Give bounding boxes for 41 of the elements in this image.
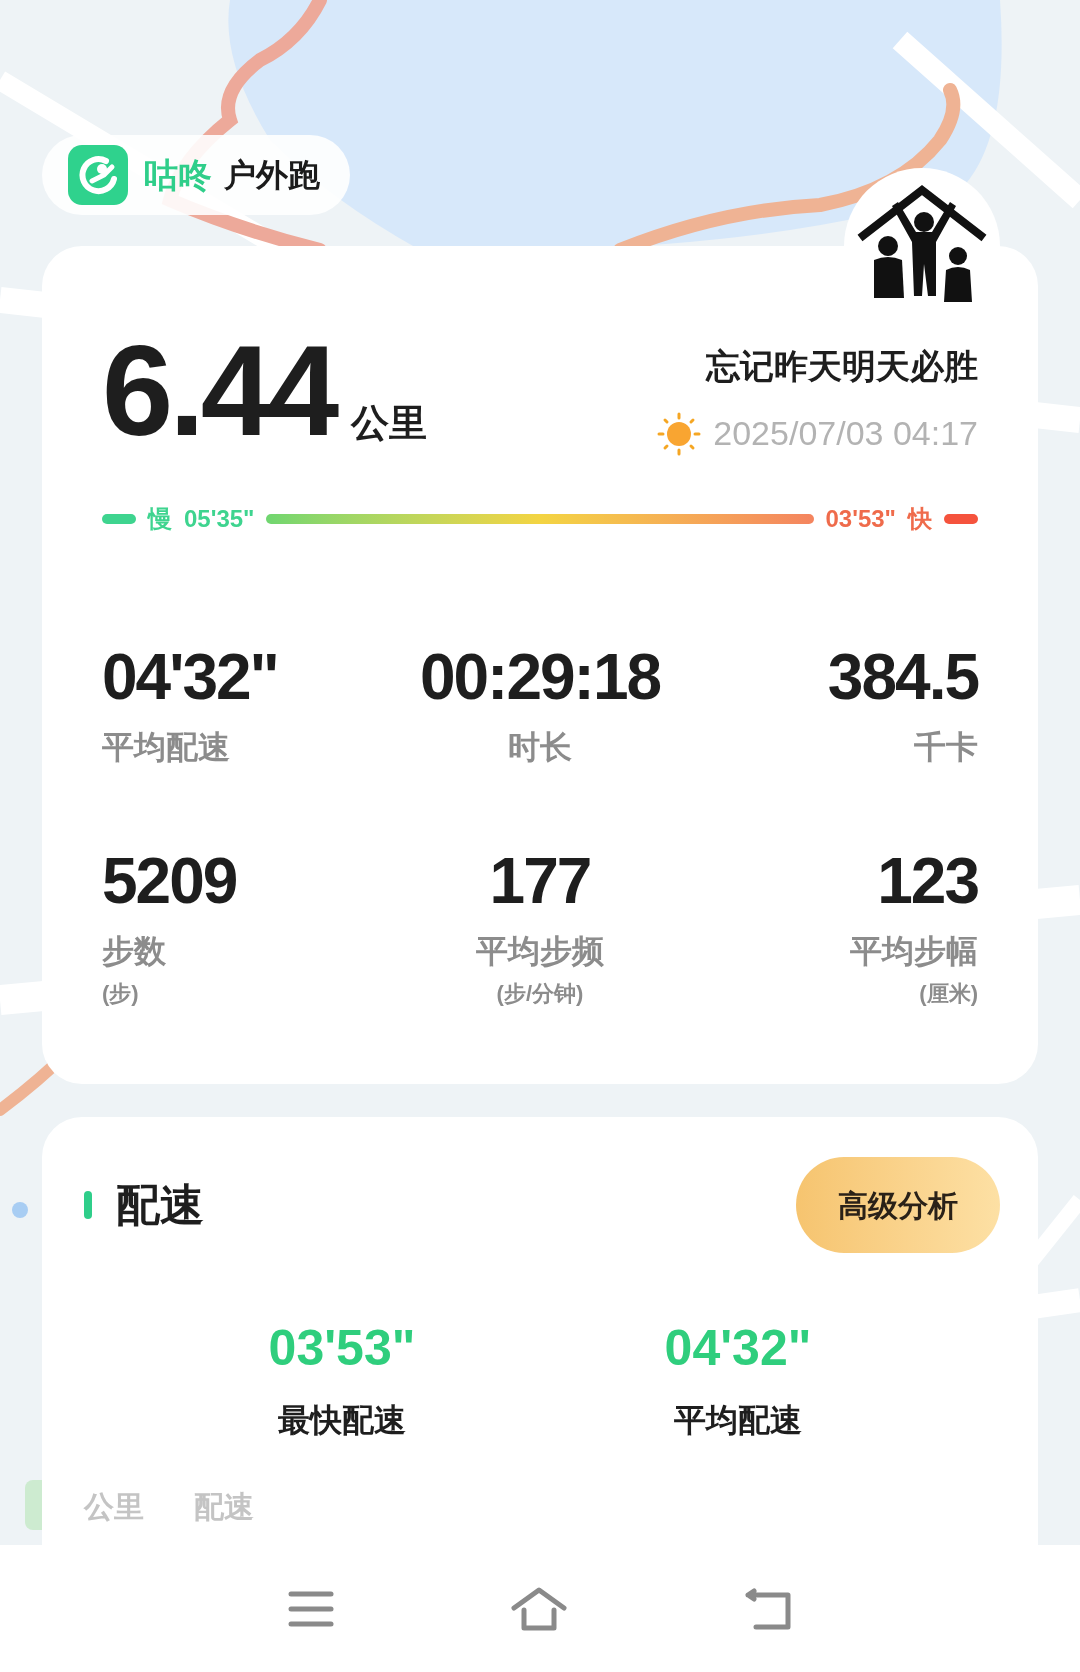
stat-label: 千卡 bbox=[914, 728, 978, 767]
stat-unit: (厘米) bbox=[919, 980, 978, 1008]
fast-label: 快 bbox=[908, 504, 932, 534]
slow-label: 慢 bbox=[148, 504, 172, 534]
stat-label: 时长 bbox=[508, 728, 572, 767]
stat-label: 平均配速 bbox=[102, 728, 230, 767]
menu-icon[interactable] bbox=[288, 1589, 334, 1628]
stat-value: 123 bbox=[877, 849, 978, 913]
advanced-analysis-button[interactable]: 高级分析 bbox=[796, 1157, 1000, 1253]
stat-label: 平均步幅 bbox=[850, 932, 978, 971]
column-header: 公里 bbox=[84, 1489, 144, 1525]
pace-value: 03'53" bbox=[268, 1319, 416, 1378]
stat-value: 177 bbox=[489, 849, 591, 913]
section-marker bbox=[84, 1191, 92, 1219]
stat-value: 00:29:18 bbox=[419, 645, 661, 709]
stat-unit: (步) bbox=[102, 980, 139, 1008]
stat-value: 5209 bbox=[102, 849, 237, 913]
pace-label: 平均配速 bbox=[674, 1401, 802, 1440]
run-title: 忘记昨天明天必胜 bbox=[706, 346, 978, 387]
section-title: 配速 bbox=[116, 1179, 204, 1231]
fast-pace-marker bbox=[944, 514, 978, 524]
stat-label: 步数 bbox=[102, 932, 166, 971]
stat-value: 384.5 bbox=[827, 645, 978, 709]
stat-unit: (步/分钟) bbox=[496, 980, 584, 1008]
stat-value: 04'32" bbox=[102, 645, 278, 709]
pace-value: 04'32" bbox=[664, 1319, 812, 1378]
sun-icon bbox=[657, 411, 702, 456]
brand-name: 咕咚 bbox=[144, 154, 212, 196]
activity-type: 户外跑 bbox=[224, 156, 320, 195]
home-icon[interactable] bbox=[510, 1585, 568, 1632]
fast-pace: 03'53" bbox=[825, 504, 896, 534]
distance-unit: 公里 bbox=[351, 404, 428, 442]
slow-pace-marker bbox=[102, 514, 136, 524]
pace-label: 最快配速 bbox=[278, 1401, 406, 1440]
column-header: 配速 bbox=[194, 1489, 254, 1525]
distance-value: 6.44 bbox=[102, 336, 336, 446]
back-icon[interactable] bbox=[744, 1586, 792, 1631]
slow-pace: 05'35" bbox=[184, 504, 255, 534]
runner-icon bbox=[68, 145, 128, 205]
run-date: 2025/07/03 04:17 bbox=[713, 413, 978, 454]
stat-label: 平均步频 bbox=[476, 932, 604, 971]
